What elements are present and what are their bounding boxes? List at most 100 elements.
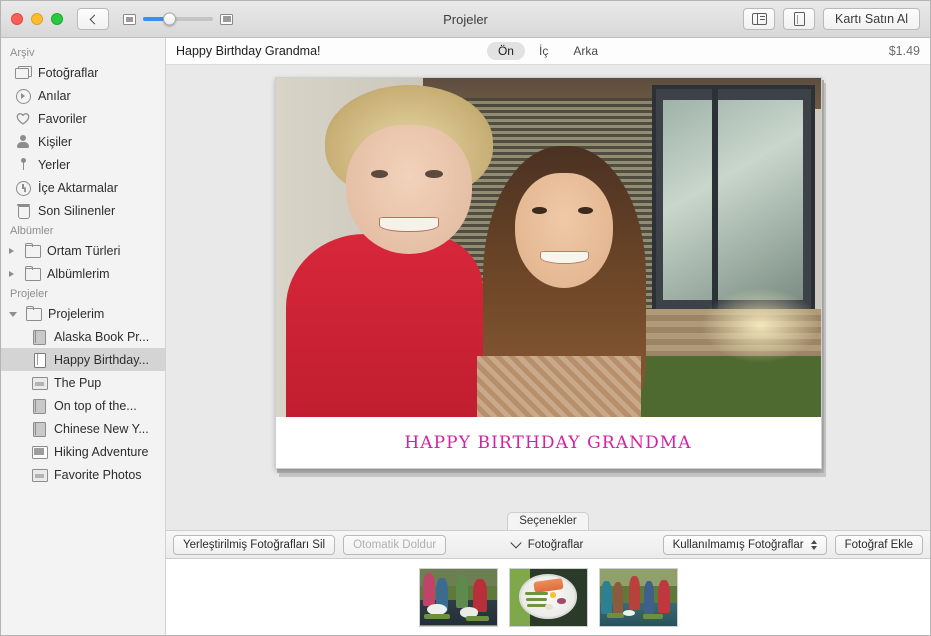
photos-icon bbox=[15, 65, 31, 80]
options-tab-row: Seçenekler bbox=[166, 508, 930, 530]
trash-icon bbox=[15, 203, 31, 218]
sidebar-item-on-top-of-the[interactable]: On top of the... bbox=[1, 394, 165, 417]
card-side-segmented-control[interactable]: Ön İç Arka bbox=[487, 42, 609, 60]
print-project-icon bbox=[31, 444, 47, 459]
thumbnail-family-dinner-outdoors[interactable] bbox=[419, 568, 498, 627]
sidebar-item-chinese-new-year[interactable]: Chinese New Y... bbox=[1, 417, 165, 440]
sidebar-item-my-albums[interactable]: Albümlerim bbox=[1, 262, 165, 285]
zoom-slider-group[interactable] bbox=[123, 14, 233, 25]
chevron-down-icon[interactable] bbox=[510, 537, 521, 548]
folder-icon bbox=[24, 243, 40, 258]
card-caption-area[interactable]: HAPPY BIRTHDAY GRANDMA bbox=[276, 417, 821, 468]
sidebar-section-header-archive: Arşiv bbox=[1, 44, 165, 61]
sidebar-item-label: Hiking Adventure bbox=[54, 445, 149, 459]
card-canvas: HAPPY BIRTHDAY GRANDMA bbox=[166, 65, 930, 508]
photo-grandmother-eye-left bbox=[371, 170, 388, 178]
memories-icon bbox=[15, 88, 31, 103]
sidebar[interactable]: Arşiv Fotoğraflar Anılar Favoriler Kişil… bbox=[1, 38, 166, 635]
thumbnail-salmon-salad-plate[interactable] bbox=[509, 568, 588, 627]
disclosure-triangle-open-icon[interactable] bbox=[9, 312, 17, 317]
content-header: Happy Birthday Grandma! Ön İç Arka $1.49 bbox=[166, 38, 930, 65]
tab-inside[interactable]: İç bbox=[528, 42, 559, 60]
tab-front[interactable]: Ön bbox=[487, 42, 525, 60]
bottom-toolbar-right-group: Kullanılmamış Fotoğraflar Fotoğraf Ekle bbox=[663, 535, 923, 555]
greeting-card[interactable]: HAPPY BIRTHDAY GRANDMA bbox=[275, 77, 822, 469]
traffic-lights bbox=[11, 13, 63, 25]
photo-grandmother-smile bbox=[379, 217, 439, 232]
sidebar-item-label: Son Silinenler bbox=[38, 204, 115, 218]
sidebar-item-favorite-photos[interactable]: Favorite Photos bbox=[1, 463, 165, 486]
sidebar-item-memories[interactable]: Anılar bbox=[1, 84, 165, 107]
sidebar-item-the-pup[interactable]: The Pup bbox=[1, 371, 165, 394]
maximize-window-button[interactable] bbox=[51, 13, 63, 25]
sidebar-item-label: Alaska Book Pr... bbox=[54, 330, 149, 344]
small-thumbnail-icon[interactable] bbox=[123, 14, 136, 25]
photo-sun-glare bbox=[701, 288, 821, 363]
sidebar-item-label: İçe Aktarmalar bbox=[38, 181, 118, 195]
photo-window-glass bbox=[663, 100, 803, 300]
photo-filter-value: Kullanılmamış Fotoğraflar bbox=[673, 539, 804, 551]
sidebar-item-my-projects[interactable]: Projelerim bbox=[1, 302, 165, 325]
sidebar-item-photos[interactable]: Fotoğraflar bbox=[1, 61, 165, 84]
buy-card-button[interactable]: Kartı Satın Al bbox=[823, 8, 920, 30]
add-photo-button[interactable]: Fotoğraf Ekle bbox=[835, 535, 923, 555]
heart-icon bbox=[15, 111, 31, 126]
card-page-icon bbox=[794, 12, 805, 26]
sidebar-item-label: Favoriler bbox=[38, 112, 87, 126]
photo-thumbnail-strip[interactable] bbox=[166, 559, 930, 635]
card-view-button[interactable] bbox=[783, 8, 815, 30]
card-caption-text[interactable]: HAPPY BIRTHDAY GRANDMA bbox=[404, 433, 691, 453]
photos-disclosure-group[interactable]: Fotoğraflar bbox=[513, 539, 584, 551]
sidebar-item-label: Yerler bbox=[38, 158, 70, 172]
sidebar-item-label: Projelerim bbox=[48, 307, 104, 321]
folder-icon bbox=[24, 266, 40, 281]
bottom-toolbar: Yerleştirilmiş Fotoğrafları Sil Otomatik… bbox=[166, 530, 930, 559]
folder-icon bbox=[25, 306, 41, 321]
delete-placed-photos-button[interactable]: Yerleştirilmiş Fotoğrafları Sil bbox=[173, 535, 335, 555]
book-project-icon bbox=[31, 398, 47, 413]
sidebar-item-happy-birthday[interactable]: Happy Birthday... bbox=[1, 348, 165, 371]
sidebar-panel-icon bbox=[752, 13, 767, 25]
tab-back[interactable]: Arka bbox=[562, 42, 609, 60]
clock-icon bbox=[15, 180, 31, 195]
sidebar-toggle-button[interactable] bbox=[743, 8, 775, 30]
sidebar-section-header-albums: Albümler bbox=[1, 222, 165, 239]
book-project-icon bbox=[31, 421, 47, 436]
sidebar-item-label: Happy Birthday... bbox=[54, 353, 149, 367]
sidebar-item-alaska-book[interactable]: Alaska Book Pr... bbox=[1, 325, 165, 348]
sidebar-item-media-types[interactable]: Ortam Türleri bbox=[1, 239, 165, 262]
photos-label: Fotoğraflar bbox=[528, 539, 584, 551]
options-tab[interactable]: Seçenekler bbox=[507, 512, 589, 530]
chevron-left-icon bbox=[90, 14, 100, 24]
minimize-window-button[interactable] bbox=[31, 13, 43, 25]
toolbar-right-group: Kartı Satın Al bbox=[743, 8, 920, 30]
large-thumbnail-icon[interactable] bbox=[220, 14, 233, 25]
disclosure-triangle-icon[interactable] bbox=[9, 248, 16, 254]
thumbnail-family-table-group[interactable] bbox=[599, 568, 678, 627]
close-window-button[interactable] bbox=[11, 13, 23, 25]
sidebar-item-imports[interactable]: İçe Aktarmalar bbox=[1, 176, 165, 199]
window-titlebar: Projeler Kartı Satın Al bbox=[1, 1, 930, 38]
sidebar-item-favorites[interactable]: Favoriler bbox=[1, 107, 165, 130]
disclosure-triangle-icon[interactable] bbox=[9, 271, 16, 277]
photo-filter-popup[interactable]: Kullanılmamış Fotoğraflar bbox=[663, 535, 827, 555]
sidebar-item-places[interactable]: Yerler bbox=[1, 153, 165, 176]
back-button[interactable] bbox=[77, 8, 109, 30]
photo-girl-face bbox=[515, 173, 613, 288]
window-body: Arşiv Fotoğraflar Anılar Favoriler Kişil… bbox=[1, 38, 930, 635]
zoom-slider-knob[interactable] bbox=[163, 13, 176, 26]
photo-grandmother-eye-right bbox=[425, 170, 442, 178]
sidebar-item-label: Ortam Türleri bbox=[47, 244, 120, 258]
sidebar-item-label: Favorite Photos bbox=[54, 468, 142, 482]
sidebar-item-hiking-adventure[interactable]: Hiking Adventure bbox=[1, 440, 165, 463]
photo-window-frame bbox=[652, 85, 816, 316]
sidebar-item-label: Chinese New Y... bbox=[54, 422, 149, 436]
sidebar-item-label: Kişiler bbox=[38, 135, 72, 149]
card-photo[interactable] bbox=[276, 78, 821, 417]
zoom-slider[interactable] bbox=[143, 17, 213, 21]
photo-grandmother-face bbox=[346, 125, 471, 254]
sidebar-item-people[interactable]: Kişiler bbox=[1, 130, 165, 153]
price-label: $1.49 bbox=[889, 44, 920, 58]
sidebar-item-recently-deleted[interactable]: Son Silinenler bbox=[1, 199, 165, 222]
sidebar-item-label: Fotoğraflar bbox=[38, 66, 98, 80]
